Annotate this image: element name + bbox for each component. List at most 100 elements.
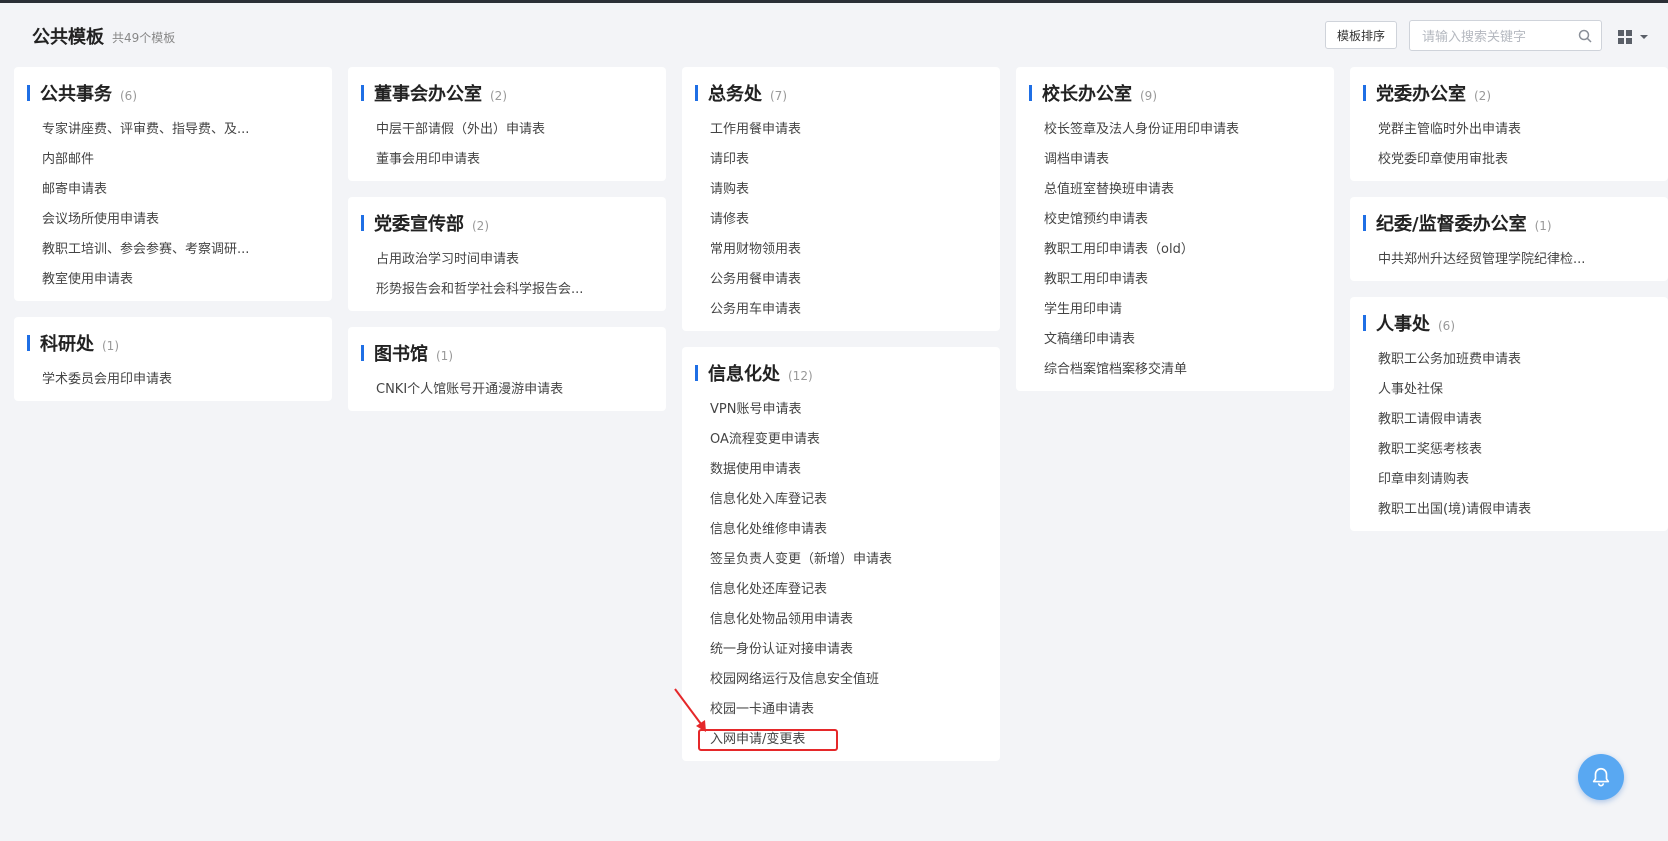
template-item[interactable]: 教职工出国(境)请假申请表 bbox=[1378, 495, 1648, 525]
card-count: (6) bbox=[1438, 319, 1455, 333]
card-title: 董事会办公室 (2) bbox=[374, 84, 507, 105]
template-item[interactable]: 校长签章及法人身份证用印申请表 bbox=[1044, 115, 1314, 145]
card-count: (6) bbox=[120, 89, 137, 103]
template-item[interactable]: 校党委印章使用审批表 bbox=[1378, 145, 1648, 175]
template-item[interactable]: 内部邮件 bbox=[42, 145, 274, 175]
template-item[interactable]: 董事会用印申请表 bbox=[376, 145, 646, 175]
card-count: (2) bbox=[1474, 89, 1491, 103]
template-item[interactable]: 邮寄申请表 bbox=[42, 175, 274, 205]
card-board-office: 董事会办公室 (2) 中层干部请假（外出）申请表 董事会用印申请表 bbox=[348, 67, 666, 181]
card-accent-bar bbox=[361, 215, 364, 231]
card-accent-bar bbox=[1363, 315, 1366, 331]
card-title: 总务处 (7) bbox=[708, 84, 787, 105]
template-item[interactable]: 学生用印申请 bbox=[1044, 295, 1314, 325]
template-item[interactable]: 校史馆预约申请表 bbox=[1044, 205, 1314, 235]
template-item[interactable]: 形势报告会和哲学社会科学报告会... bbox=[376, 275, 608, 305]
template-item[interactable]: 教职工用印申请表（old） bbox=[1044, 235, 1314, 265]
card-count: (12) bbox=[788, 369, 813, 383]
card-title: 图书馆 (1) bbox=[374, 344, 453, 365]
card-title: 人事处 (6) bbox=[1376, 314, 1455, 335]
card-party-propaganda: 党委宣传部 (2) 占用政治学习时间申请表 形势报告会和哲学社会科学报告会... bbox=[348, 197, 666, 311]
card-accent-bar bbox=[695, 85, 698, 101]
card-accent-bar bbox=[361, 345, 364, 361]
card-research: 科研处 (1) 学术委员会用印申请表 bbox=[14, 317, 332, 401]
template-sort-button[interactable]: 模板排序 bbox=[1325, 21, 1397, 49]
template-item[interactable]: 公务用餐申请表 bbox=[710, 265, 980, 295]
template-item[interactable]: 教职工奖惩考核表 bbox=[1378, 435, 1648, 465]
template-item[interactable]: OA流程变更申请表 bbox=[710, 425, 980, 455]
pointer-arrow-icon bbox=[674, 688, 706, 732]
view-toggle[interactable] bbox=[1617, 27, 1657, 47]
card-accent-bar bbox=[1363, 215, 1366, 231]
notification-button[interactable] bbox=[1578, 754, 1624, 800]
template-item[interactable]: 专家讲座费、评审费、指导费、及... bbox=[42, 115, 274, 145]
card-count: (2) bbox=[490, 89, 507, 103]
template-item[interactable]: 党群主管临时外出申请表 bbox=[1378, 115, 1648, 145]
card-library: 图书馆 (1) CNKI个人馆账号开通漫游申请表 bbox=[348, 327, 666, 411]
card-accent-bar bbox=[361, 85, 364, 101]
template-item[interactable]: 教职工用印申请表 bbox=[1044, 265, 1314, 295]
template-count: 共49个模板 bbox=[112, 31, 176, 45]
card-title: 公共事务 (6) bbox=[40, 84, 137, 105]
chevron-down-icon[interactable] bbox=[1639, 33, 1649, 41]
search-icon[interactable] bbox=[1577, 28, 1593, 44]
template-item[interactable]: 常用财物领用表 bbox=[710, 235, 980, 265]
template-item[interactable]: 统一身份认证对接申请表 bbox=[710, 635, 980, 665]
template-item[interactable]: 教室使用申请表 bbox=[42, 265, 274, 295]
card-title: 纪委/监督委办公室 (1) bbox=[1376, 214, 1552, 235]
template-item[interactable]: 教职工公务加班费申请表 bbox=[1378, 345, 1648, 375]
template-item[interactable]: 信息化处维修申请表 bbox=[710, 515, 980, 545]
card-title: 党委办公室 (2) bbox=[1376, 84, 1491, 105]
card-accent-bar bbox=[27, 85, 30, 101]
template-item[interactable]: 教职工培训、参会参赛、考察调研... bbox=[42, 235, 274, 265]
card-title: 信息化处 (12) bbox=[708, 364, 813, 385]
template-item[interactable]: 中共郑州升达经贸管理学院纪律检... bbox=[1378, 245, 1610, 275]
card-count: (9) bbox=[1140, 89, 1157, 103]
card-count: (1) bbox=[436, 349, 453, 363]
template-item[interactable]: 信息化处还库登记表 bbox=[710, 575, 980, 605]
template-item[interactable]: CNKI个人馆账号开通漫游申请表 bbox=[376, 375, 646, 405]
template-item[interactable]: 请印表 bbox=[710, 145, 980, 175]
card-title: 校长办公室 (9) bbox=[1042, 84, 1157, 105]
card-hr: 人事处 (6) 教职工公务加班费申请表 人事处社保 教职工请假申请表 教职工奖惩考… bbox=[1350, 297, 1668, 531]
page-header: 公共模板 共49个模板 模板排序 bbox=[0, 3, 1668, 67]
highlight-box bbox=[698, 729, 838, 751]
template-item[interactable]: VPN账号申请表 bbox=[710, 395, 980, 425]
template-item[interactable]: 占用政治学习时间申请表 bbox=[376, 245, 608, 275]
template-item[interactable]: 会议场所使用申请表 bbox=[42, 205, 274, 235]
template-item[interactable]: 请购表 bbox=[710, 175, 980, 205]
template-item[interactable]: 文稿缮印申请表 bbox=[1044, 325, 1314, 355]
template-item[interactable]: 信息化处入库登记表 bbox=[710, 485, 980, 515]
search-input[interactable] bbox=[1420, 26, 1574, 48]
template-item[interactable]: 工作用餐申请表 bbox=[710, 115, 980, 145]
template-item[interactable]: 学术委员会用印申请表 bbox=[42, 365, 312, 395]
template-item[interactable]: 中层干部请假（外出）申请表 bbox=[376, 115, 646, 145]
template-item[interactable]: 校园一卡通申请表 bbox=[710, 695, 980, 725]
template-item[interactable]: 签呈负责人变更（新增）申请表 bbox=[710, 545, 980, 575]
card-title: 科研处 (1) bbox=[40, 334, 119, 355]
card-count: (2) bbox=[472, 219, 489, 233]
card-count: (1) bbox=[102, 339, 119, 353]
template-item[interactable]: 公务用车申请表 bbox=[710, 295, 980, 325]
search-box[interactable] bbox=[1409, 20, 1602, 51]
card-general-affairs: 总务处 (7) 工作用餐申请表 请印表 请购表 请修表 常用财物领用表 公务用餐申… bbox=[682, 67, 1000, 331]
card-discipline-office: 纪委/监督委办公室 (1) 中共郑州升达经贸管理学院纪律检... bbox=[1350, 197, 1668, 281]
card-accent-bar bbox=[1363, 85, 1366, 101]
template-item[interactable]: 数据使用申请表 bbox=[710, 455, 980, 485]
template-item[interactable]: 教职工请假申请表 bbox=[1378, 405, 1648, 435]
template-item[interactable]: 人事处社保 bbox=[1378, 375, 1648, 405]
template-item[interactable]: 校园网络运行及信息安全值班 bbox=[710, 665, 980, 695]
card-info-office: 信息化处 (12) VPN账号申请表 OA流程变更申请表 数据使用申请表 信息化处… bbox=[682, 347, 1000, 761]
card-president-office: 校长办公室 (9) 校长签章及法人身份证用印申请表 调档申请表 总值班室替换班申请… bbox=[1016, 67, 1334, 391]
template-item[interactable]: 信息化处物品领用申请表 bbox=[710, 605, 980, 635]
template-item[interactable]: 总值班室替换班申请表 bbox=[1044, 175, 1314, 205]
card-accent-bar bbox=[1029, 85, 1032, 101]
template-item[interactable]: 综合档案馆档案移交清单 bbox=[1044, 355, 1314, 385]
grid-view-icon[interactable] bbox=[1617, 29, 1633, 45]
template-item[interactable]: 调档申请表 bbox=[1044, 145, 1314, 175]
card-title: 党委宣传部 (2) bbox=[374, 214, 489, 235]
card-count: (1) bbox=[1534, 219, 1552, 233]
bell-icon[interactable] bbox=[1590, 766, 1612, 788]
template-item[interactable]: 请修表 bbox=[710, 205, 980, 235]
template-item[interactable]: 印章申刻请购表 bbox=[1378, 465, 1648, 495]
